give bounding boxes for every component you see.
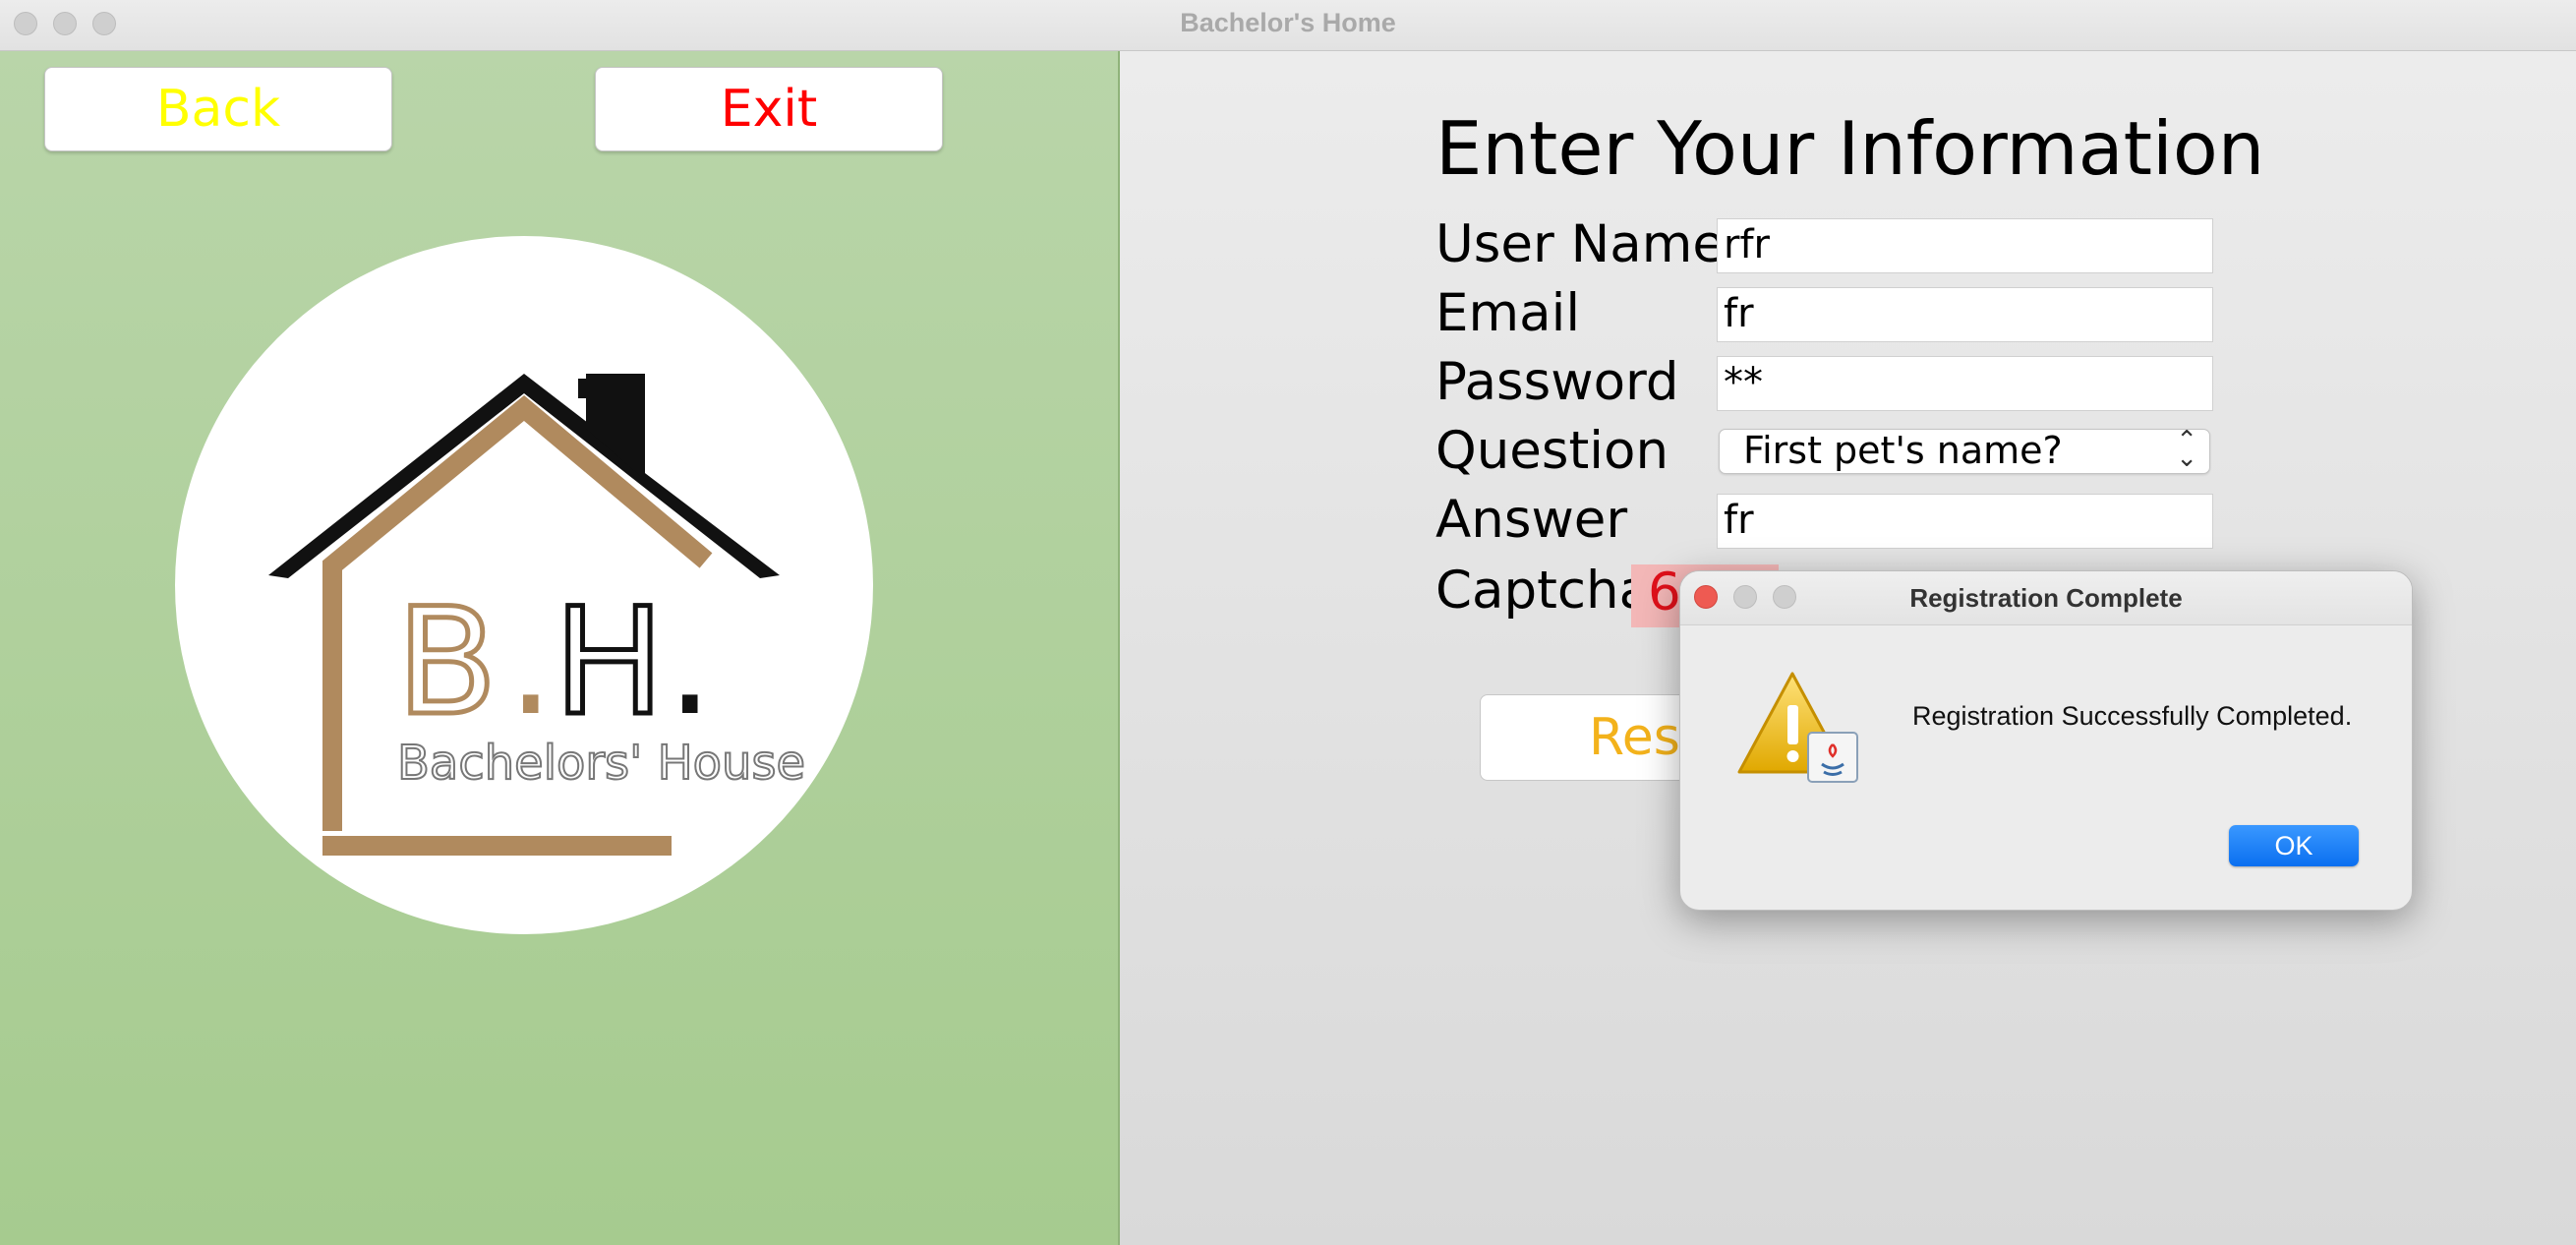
question-select[interactable]: First pet's name? ⌃ ⌄ <box>1719 426 2210 474</box>
left-panel: Back Exit B . H . Bachelors' House <box>0 51 1120 1245</box>
email-input[interactable]: fr <box>1717 287 2213 342</box>
exit-button[interactable]: Exit <box>595 67 943 151</box>
email-label: Email <box>1435 283 1581 343</box>
form-title: Enter Your Information <box>1435 105 2265 192</box>
logo-tagline: Bachelors' House <box>397 736 805 791</box>
answer-label: Answer <box>1435 490 1628 550</box>
question-label: Question <box>1435 421 1669 481</box>
registration-dialog: Registration Complete Registration Succe… <box>1679 570 2413 911</box>
house-logo-icon: B . H . Bachelors' House <box>268 374 806 856</box>
chevron-updown-icon: ⌃ ⌄ <box>2176 426 2197 473</box>
logo-dot-2: . <box>667 577 714 748</box>
password-input[interactable]: ** <box>1717 356 2213 411</box>
back-button[interactable]: Back <box>44 67 392 151</box>
warning-icon <box>1735 670 1863 793</box>
password-label: Password <box>1435 352 1679 412</box>
logo-image: B . H . Bachelors' House <box>175 236 873 934</box>
dialog-title-bar: Registration Complete <box>1680 571 2412 625</box>
logo-letter-h: H <box>554 577 665 748</box>
answer-input[interactable]: fr <box>1717 494 2213 549</box>
captcha-text: 6 <box>1648 563 1681 622</box>
question-select-value: First pet's name? <box>1743 429 2063 472</box>
captcha-label: Captcha <box>1435 561 1652 621</box>
username-label: User Name <box>1435 214 1726 274</box>
ok-button[interactable]: OK <box>2229 825 2359 866</box>
logo-letter-b: B <box>396 577 498 748</box>
logo-dot-1: . <box>507 577 555 748</box>
window-title-bar: Bachelor's Home <box>0 0 2576 51</box>
window-title: Bachelor's Home <box>1180 8 1396 37</box>
dialog-message: Registration Successfully Completed. <box>1912 701 2353 731</box>
username-input[interactable]: rfr <box>1717 218 2213 273</box>
dialog-title: Registration Complete <box>1909 583 2183 613</box>
